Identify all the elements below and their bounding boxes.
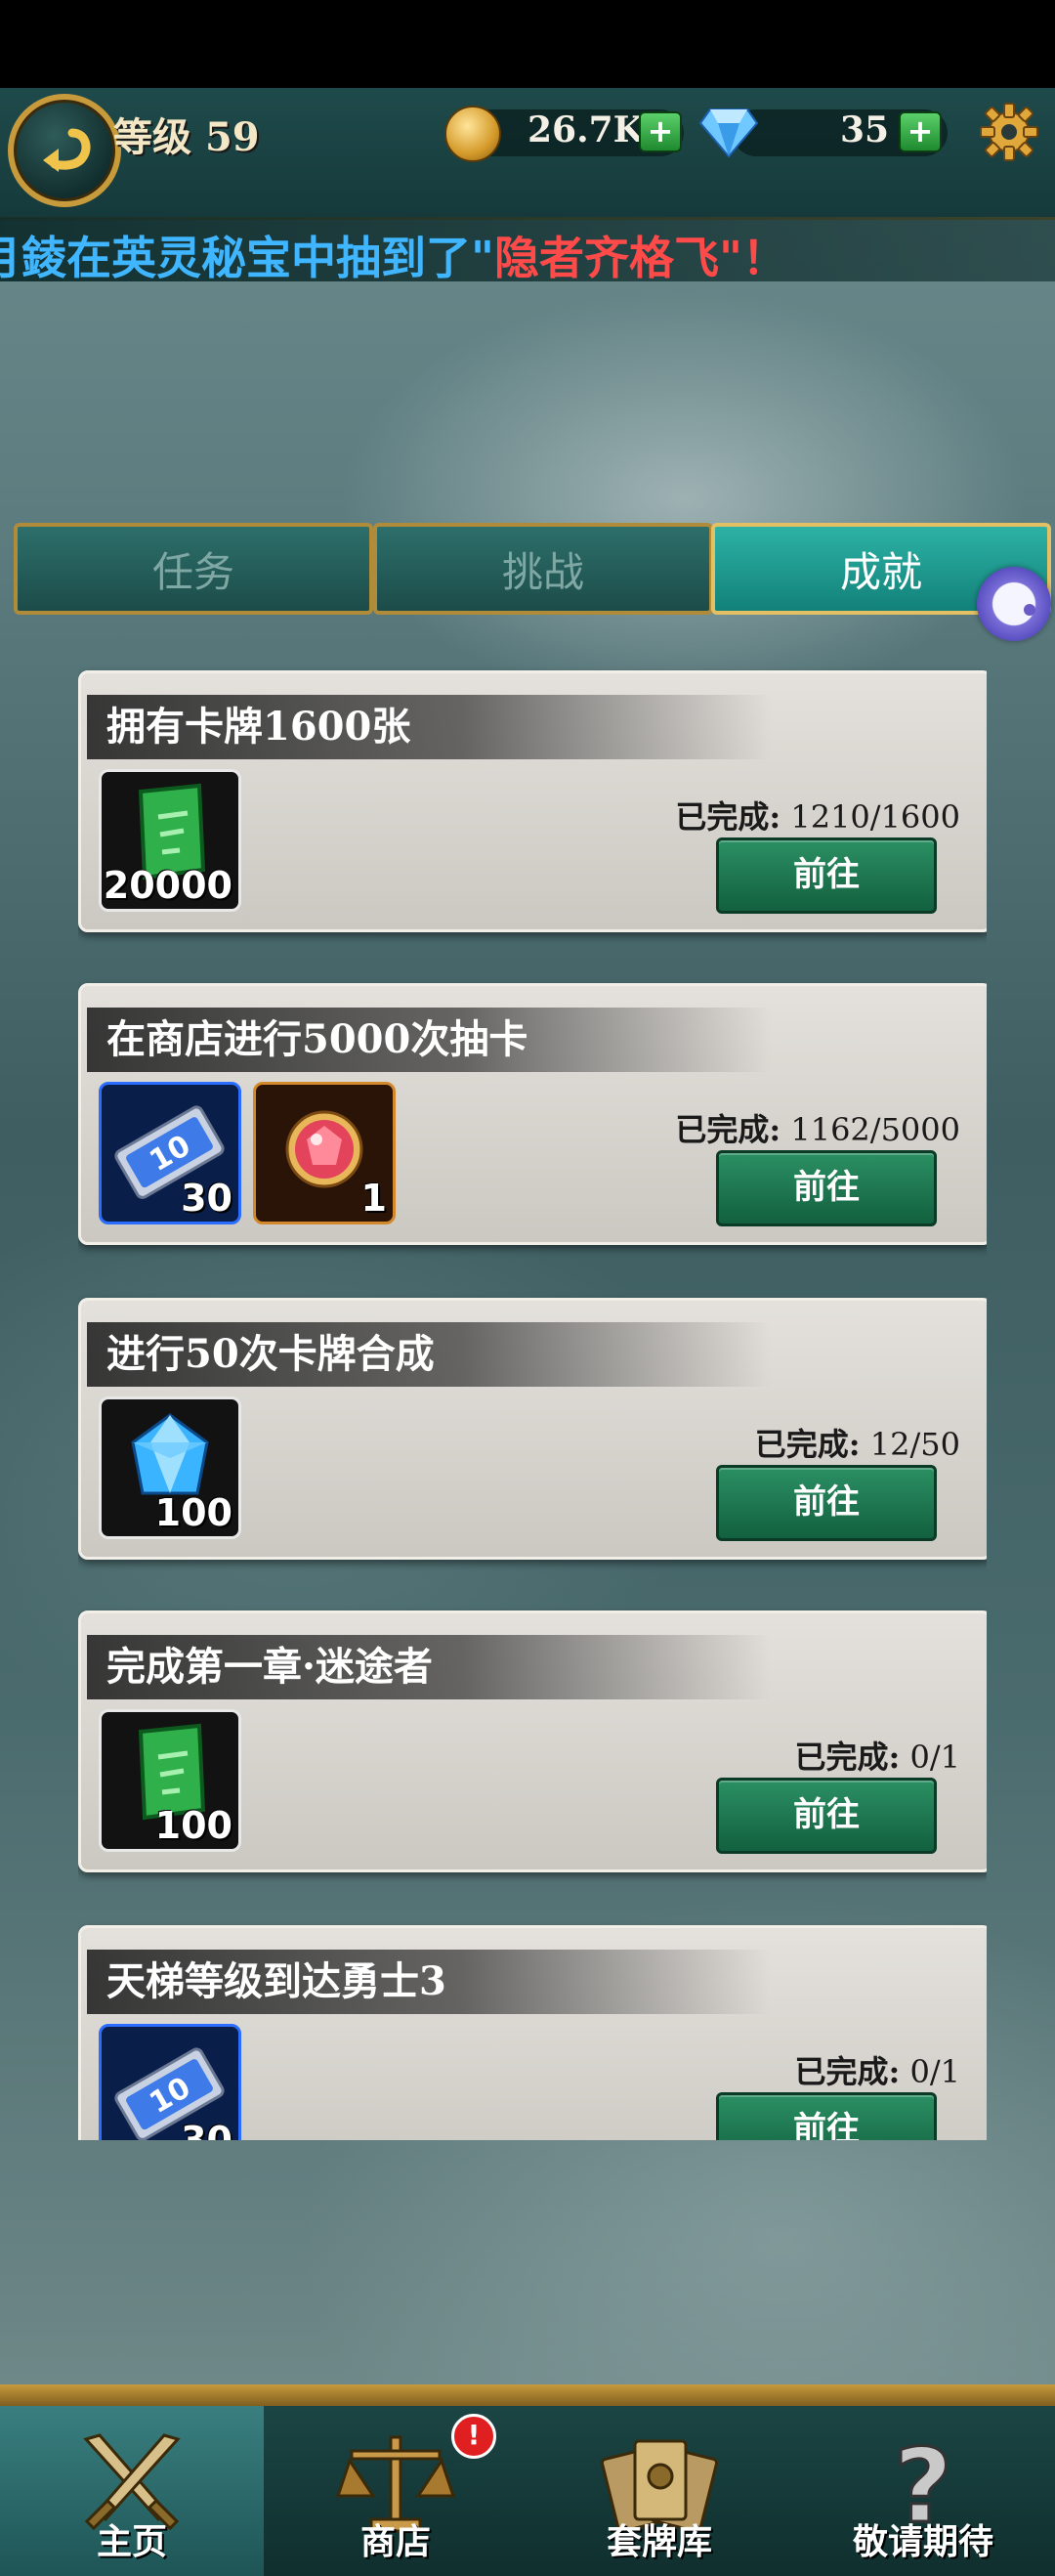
progress-label: 已完成: (675, 798, 781, 836)
go-button[interactable]: 前往 (716, 1465, 937, 1541)
gem-value: 35 (840, 109, 890, 150)
achievement-title: 在商店进行5000次抽卡 (87, 1008, 771, 1072)
progress-text: 已完成: 12/50 (755, 1420, 960, 1465)
tab-achievements-label: 成就 (839, 547, 922, 596)
floating-assist-button[interactable] (977, 567, 1051, 641)
tab-challenge[interactable]: 挑战 (373, 523, 713, 615)
tab-challenge-label: 挑战 (501, 547, 584, 596)
progress-label: 已完成: (754, 1426, 861, 1463)
achievement-card: 在商店进行5000次抽卡 10 30 1 已完成: 1162/5000 前往 (78, 983, 987, 1245)
achievement-title: 拥有卡牌1600张 (87, 695, 771, 759)
coin-value: 26.7K (528, 109, 644, 150)
reward-slot[interactable]: 20000 (99, 769, 241, 912)
achievement-title: 完成第一章·迷途者 (87, 1635, 771, 1699)
progress-value: 0/1 (909, 2053, 961, 2090)
go-button[interactable]: 前往 (716, 1778, 937, 1854)
go-button[interactable]: 前往 (716, 2092, 937, 2140)
progress-text: 已完成: 0/1 (795, 1733, 961, 1778)
ticker-highlight: 隐者齐格飞 (493, 232, 719, 281)
nav-home-label: 主页 (96, 2522, 167, 2562)
achievement-card: 完成第一章·迷途者 100 已完成: 0/1 前往 (78, 1610, 987, 1872)
achievement-title: 天梯等级到达勇士3 (87, 1950, 771, 2014)
tab-tasks[interactable]: 任务 (14, 523, 373, 615)
progress-value: 0/1 (909, 1739, 961, 1776)
add-coins-button[interactable]: + (639, 111, 682, 152)
coin-icon (444, 106, 501, 162)
reward-slot[interactable]: 1 (253, 1082, 396, 1224)
achievement-card: 拥有卡牌1600张 20000 已完成: 1210/1600 前往 (78, 670, 987, 932)
floating-assist-dot (1024, 604, 1035, 616)
achievement-list[interactable]: 拥有卡牌1600张 20000 已完成: 1210/1600 前往 在商店进行5… (78, 665, 987, 2140)
progress-text: 已完成: 1210/1600 (675, 793, 960, 837)
reward-count: 1 (360, 1177, 387, 1220)
progress-value: 1162/5000 (790, 1111, 960, 1148)
ticker-text-start: 月錂在英灵秘宝中抽到了" (0, 232, 494, 281)
nav-coming-soon-label: 敬请期待 (852, 2522, 993, 2562)
ticker-text-end: "！ (718, 232, 787, 281)
reward-count: 100 (154, 1804, 232, 1847)
progress-value: 12/50 (869, 1426, 960, 1463)
achievement-card: 进行50次卡牌合成 100 已完成: 12/50 前往 (78, 1298, 987, 1560)
go-button[interactable]: 前往 (716, 1150, 937, 1226)
progress-label: 已完成: (794, 1739, 901, 1776)
progress-label: 已完成: (794, 2053, 901, 2090)
nav-coming-soon[interactable]: ? 敬请期待 (791, 2406, 1055, 2576)
progress-value: 1210/1600 (790, 798, 960, 836)
achievement-title: 进行50次卡牌合成 (87, 1322, 771, 1387)
reward-count: 30 (181, 1177, 232, 1220)
add-gems-button[interactable]: + (899, 111, 942, 152)
tab-tasks-label: 任务 (151, 547, 234, 596)
reward-count: 20000 (103, 864, 232, 907)
back-button[interactable] (8, 94, 121, 207)
shop-notification-badge: ! (451, 2414, 496, 2459)
progress-text: 已完成: 0/1 (795, 2047, 961, 2092)
status-bar (0, 0, 1055, 88)
reward-slot[interactable]: 100 (99, 1709, 241, 1852)
nav-shop-label: 商店 (359, 2522, 431, 2562)
reward-slot[interactable]: 10 30 (99, 2024, 241, 2140)
reward-slot[interactable]: 10 30 (99, 1082, 241, 1224)
reward-slot[interactable]: 100 (99, 1396, 241, 1539)
nav-deck-label: 套牌库 (606, 2522, 712, 2562)
progress-label: 已完成: (675, 1111, 781, 1148)
back-arrow-icon (43, 128, 91, 172)
level-value: 59 (204, 114, 260, 160)
go-button[interactable]: 前往 (716, 837, 937, 914)
level-label: 等级 (113, 114, 191, 160)
nav-home[interactable]: 主页 (0, 2406, 266, 2576)
progress-text: 已完成: 1162/5000 (675, 1105, 960, 1150)
gear-icon[interactable] (979, 102, 1039, 162)
reward-count: 100 (154, 1491, 232, 1534)
announcement-ticker: 月錂在英灵秘宝中抽到了"隐者齐格飞"！ (0, 217, 1055, 281)
nav-deck[interactable]: 套牌库 (528, 2406, 793, 2576)
diamond-icon (698, 108, 759, 158)
reward-count: 30 (181, 2119, 232, 2140)
achievement-card: 天梯等级到达勇士3 10 30 已完成: 0/1 前往 (78, 1925, 987, 2140)
player-level: 等级 59 (113, 106, 260, 162)
